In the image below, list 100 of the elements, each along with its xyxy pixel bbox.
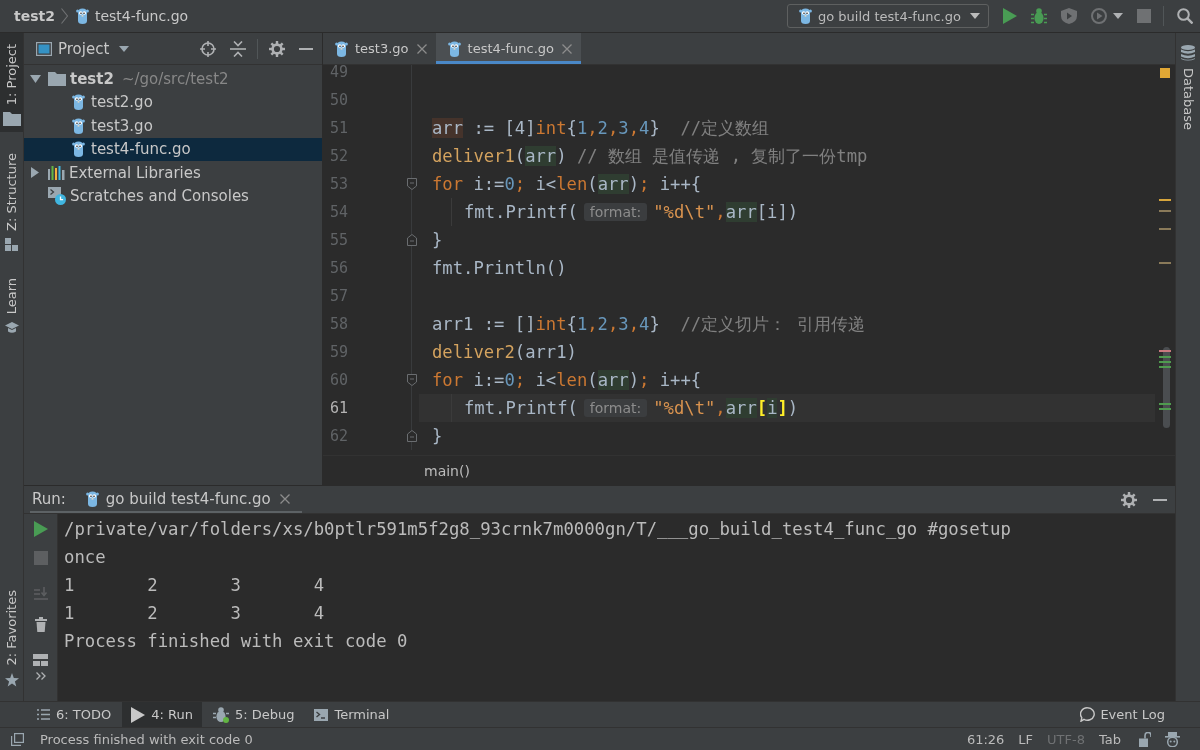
tool-window-tab[interactable]: 4: Run	[122, 702, 202, 727]
parameter-hint: format:	[583, 399, 648, 417]
code-text: fmt.Printf(	[464, 398, 578, 418]
line-number: 50	[329, 90, 350, 111]
play-icon[interactable]	[33, 521, 48, 537]
lock-icon[interactable]	[1139, 731, 1151, 747]
fold-marker-icon[interactable]	[407, 374, 417, 386]
console-line: Process finished with exit code 0	[64, 630, 409, 653]
bug-icon[interactable]	[1031, 8, 1047, 24]
line-number: 59	[329, 342, 350, 363]
tool-window-tab[interactable]: 5: Debug	[203, 702, 304, 727]
minimize-icon[interactable]	[299, 47, 313, 50]
chevron-icon	[60, 8, 68, 24]
library-icon	[48, 165, 65, 180]
settings-icon[interactable]	[1121, 491, 1137, 508]
code-text: for i:=0; i<len(arr); i++{	[432, 370, 702, 390]
status-item[interactable]: 61:26	[966, 731, 1005, 747]
code-text: "%d\t",arr[i])	[653, 398, 799, 418]
tool-window-button[interactable]: 2: Favorites	[0, 579, 23, 693]
layout-icon[interactable]	[33, 654, 48, 666]
line-number: 55	[329, 230, 350, 251]
person-icon[interactable]	[1165, 731, 1180, 747]
tree-item[interactable]: test2 ~/go/src/test2	[24, 67, 322, 91]
breadcrumb-item[interactable]: test4-func.go	[75, 8, 189, 24]
trash-icon[interactable]	[34, 617, 47, 632]
tree-item[interactable]: test3.go	[24, 114, 322, 138]
line-number: 53	[329, 174, 350, 195]
fold-marker-icon[interactable]	[407, 178, 417, 190]
cap-icon	[4, 321, 19, 334]
caret-icon	[970, 13, 980, 19]
window-icon[interactable]	[11, 732, 24, 746]
event-log-button[interactable]: Event Log	[1071, 702, 1174, 727]
view-dropdown[interactable]: Project	[36, 39, 130, 58]
settings-icon[interactable]	[269, 40, 285, 57]
code-text: }	[432, 230, 443, 250]
tool-window-tab[interactable]: Terminal	[305, 702, 399, 727]
caret-icon[interactable]	[1113, 13, 1123, 19]
folder-icon	[48, 71, 66, 86]
code-text: arr := [4]int{1,2,3,4} //定义数组	[432, 117, 770, 140]
line-number: 49	[329, 65, 350, 83]
database-icon	[1181, 45, 1195, 61]
tree-item[interactable]: test4-func.go	[24, 137, 322, 161]
console-clock-icon	[48, 187, 66, 206]
close-icon[interactable]	[562, 43, 573, 54]
run-tab[interactable]: go build test4-func.go	[77, 486, 302, 511]
gopher-icon	[72, 141, 85, 158]
code-text: for i:=0; i<len(arr); i++{	[432, 174, 702, 194]
gopher-icon	[447, 40, 461, 57]
tool-window-button[interactable]: Learn	[0, 267, 23, 340]
code-text: deliver1(arr) // 数组 是值传递 , 复制了一份tmp	[432, 145, 868, 168]
line-number: 56	[329, 258, 350, 279]
tree-item[interactable]: External Libraries	[24, 161, 322, 185]
play-icon[interactable]	[1003, 8, 1017, 24]
line-number: 52	[329, 146, 350, 167]
console-line: once	[64, 546, 107, 569]
gopher-icon	[72, 117, 85, 134]
tool-window-button[interactable]: Database	[1176, 33, 1200, 137]
play-icon	[131, 706, 146, 723]
bug-icon	[212, 706, 229, 723]
tree-item[interactable]: Scratches and Consoles	[24, 184, 322, 208]
disclosure-triangle-icon[interactable]	[31, 167, 39, 179]
console-line: 1 2 3 4	[64, 602, 326, 625]
fold-marker-icon[interactable]	[407, 430, 417, 442]
code-text: arr1 := []int{1,2,3,4} //定义切片： 引用传递	[432, 313, 865, 336]
star-icon	[4, 673, 19, 687]
minimize-icon[interactable]	[1153, 498, 1167, 501]
list-icon	[37, 709, 50, 720]
gopher-icon	[75, 8, 89, 24]
code-text: "%d\t",arr[i])	[653, 202, 799, 222]
run-config-dropdown[interactable]: go build test4-func.go	[787, 4, 989, 28]
console-line: /private/var/folders/xs/b0ptlr591m5f2g8_93crnk7m0000gn/T/___go_build_test4_func_go #gosetup	[64, 518, 1012, 541]
terminal-icon	[314, 708, 329, 721]
disclosure-triangle-icon[interactable]	[29, 74, 41, 83]
tool-window-button[interactable]: 1: Project	[0, 33, 23, 133]
breadcrumb-item[interactable]: test2	[14, 8, 55, 24]
gopher-icon	[72, 94, 85, 111]
close-icon[interactable]	[279, 493, 290, 504]
code-text: }	[432, 426, 443, 446]
console-line: 1 2 3 4	[64, 574, 326, 597]
editor-tab[interactable]: test4-func.go	[435, 33, 582, 64]
tool-window-tab[interactable]: 6: TODO	[28, 702, 121, 727]
search-icon[interactable]	[1177, 8, 1193, 24]
editor-tab[interactable]: test3.go	[323, 33, 436, 64]
status-item[interactable]: LF	[1018, 731, 1034, 747]
collapse-icon[interactable]	[230, 40, 246, 57]
tree-item[interactable]: test2.go	[24, 90, 322, 114]
code-text: deliver2(arr1)	[432, 342, 577, 362]
tool-window-button[interactable]: Z: Structure	[0, 142, 23, 258]
close-icon[interactable]	[416, 43, 427, 54]
line-number: 57	[329, 286, 350, 307]
folder-icon	[2, 112, 21, 127]
double-chevron-icon[interactable]	[35, 672, 46, 680]
breadcrumb-item[interactable]: main()	[424, 462, 470, 479]
crosshair-icon[interactable]	[200, 40, 216, 57]
fold-marker-icon[interactable]	[407, 234, 417, 246]
speech-bubble-icon	[1080, 707, 1096, 722]
blocks-icon	[5, 238, 18, 252]
status-message: Process finished with exit code 0	[40, 731, 253, 747]
status-item[interactable]: Tab	[1099, 731, 1121, 747]
line-number: 60	[329, 370, 350, 391]
